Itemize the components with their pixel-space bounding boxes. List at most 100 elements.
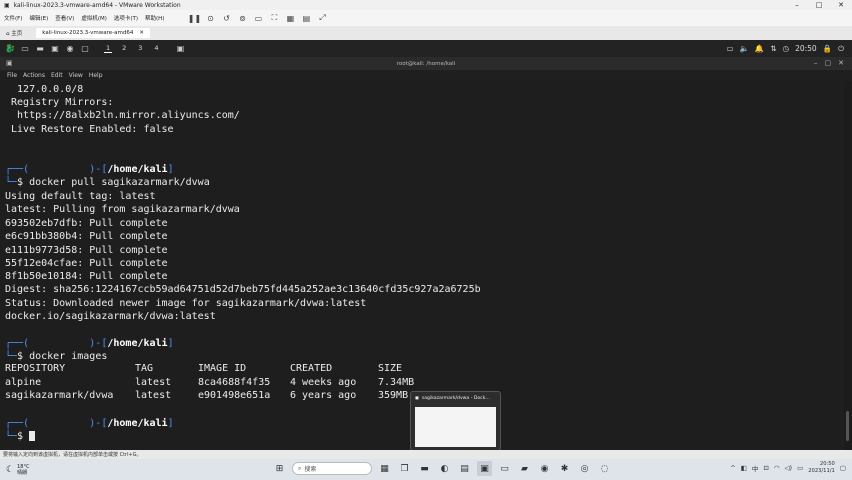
thumbnail-image[interactable]: [415, 407, 496, 447]
show-desktop-icon[interactable]: ▭: [19, 44, 31, 54]
menu-tabs[interactable]: 选项卡(T): [114, 14, 138, 22]
table-cell: 359MB: [378, 390, 409, 401]
browser-icon[interactable]: ◉: [64, 44, 76, 54]
ime-icon[interactable]: ⊡: [763, 464, 768, 472]
misc-app-icon[interactable]: ◌: [597, 461, 612, 476]
workspace-2[interactable]: 2: [120, 44, 128, 53]
sound-icon[interactable]: 🔈: [740, 44, 749, 53]
command-line: └─$ docker pull sagikazarmark/dvwa: [5, 177, 210, 188]
terminal-maximize-icon[interactable]: ▢: [825, 59, 832, 67]
scrollbar-thumb[interactable]: [846, 411, 849, 441]
console-view-icon[interactable]: ▭: [253, 13, 263, 23]
edge-icon[interactable]: ◐: [437, 461, 452, 476]
display-icon[interactable]: ▭: [726, 44, 733, 53]
app-icon[interactable]: ✱: [557, 461, 572, 476]
clock-icon: ◷: [782, 44, 790, 53]
thumbnail-header: ◼ sagikazarmark/dvwa - Dock...: [411, 392, 500, 405]
fullscreen-icon[interactable]: ⛶: [269, 13, 279, 23]
terminal-menu-file[interactable]: File: [7, 72, 17, 79]
notification-icon[interactable]: ▢: [840, 464, 846, 472]
docker-icon: ◼: [415, 396, 419, 401]
kali-menu-icon[interactable]: 🐉: [4, 44, 16, 54]
manage-snapshots-icon[interactable]: ⊚: [237, 13, 247, 23]
chrome-icon[interactable]: ◎: [577, 461, 592, 476]
pause-icon[interactable]: ❚❚: [188, 13, 201, 23]
command-line[interactable]: └─$: [5, 430, 36, 443]
widgets-icon[interactable]: ▦: [377, 461, 392, 476]
stretch-icon[interactable]: ⤢: [317, 13, 327, 23]
terminal-menu-actions[interactable]: Actions: [23, 72, 45, 79]
tab-close-icon[interactable]: ✕: [139, 30, 144, 36]
terminal-menu-edit[interactable]: Edit: [51, 72, 63, 79]
taskbar-time: 20:50: [819, 461, 835, 467]
workspace-1[interactable]: 1: [104, 44, 113, 53]
command-text: docker pull sagikazarmark/dvwa: [29, 177, 210, 188]
menu-file[interactable]: 文件(F): [4, 14, 22, 22]
menu-vm[interactable]: 虚拟机(M): [81, 14, 107, 22]
folder-icon[interactable]: ▰: [517, 461, 532, 476]
browser-taskbar-icon[interactable]: ◉: [537, 461, 552, 476]
store-icon[interactable]: ▤: [457, 461, 472, 476]
file-explorer-icon[interactable]: ▬: [417, 461, 432, 476]
active-window-icon[interactable]: ▣: [175, 44, 187, 54]
unity-icon[interactable]: ▦: [285, 13, 295, 23]
maximize-icon[interactable]: □: [808, 1, 830, 9]
menu-view[interactable]: 查看(V): [55, 14, 74, 22]
hint-text: 要将输入定向到该虚拟机，请在虚拟机内部单击或按 Ctrl+G。: [3, 452, 142, 458]
taskbar-thumbnail-preview[interactable]: ◼ sagikazarmark/dvwa - Dock...: [410, 391, 501, 451]
revert-icon[interactable]: ↺: [221, 13, 231, 23]
panel-time[interactable]: 20:50: [795, 44, 817, 53]
vmware-tabs: ⌂ 主页 kali-linux-2023.3-vmware-amd64 ✕: [0, 26, 852, 40]
workspace-4[interactable]: 4: [152, 44, 160, 53]
terminal-close-icon[interactable]: ✕: [838, 59, 844, 67]
power-icon[interactable]: ⏻: [838, 44, 844, 54]
terminal-scrollbar[interactable]: [844, 81, 852, 450]
table-cell: alpine: [5, 377, 42, 388]
vmware-toolbar: ❚❚ ⊙ ↺ ⊚ ▭ ⛶ ▦ ▤ ⤢: [188, 13, 327, 23]
terminal-icon[interactable]: ▤: [301, 13, 311, 23]
terminal-line: 127.0.0.0/8: [5, 84, 84, 95]
terminal-menu-view[interactable]: View: [69, 72, 83, 79]
file-manager-icon[interactable]: ▬: [34, 44, 46, 54]
taskbar-search[interactable]: ⌕ 搜索: [292, 462, 372, 475]
workspace-3[interactable]: 3: [136, 44, 144, 53]
tab-vm[interactable]: kali-linux-2023.3-vmware-amd64 ✕: [36, 28, 150, 38]
table-header: TAG: [135, 363, 154, 374]
terminal-title: root@kali: /home/kali: [396, 60, 456, 67]
weather-widget[interactable]: ☾ 18°C 晴朗: [0, 464, 29, 476]
terminal-line: https://8alxb2ln.mirror.aliyuncs.com/: [5, 110, 240, 121]
tray-app-icon[interactable]: ◧: [741, 464, 747, 472]
menu-edit[interactable]: 编辑(E): [29, 14, 48, 22]
table-header: CREATED: [290, 363, 333, 374]
network-icon[interactable]: ⇅: [770, 44, 776, 53]
wifi-icon[interactable]: ◠: [774, 464, 780, 472]
taskbar-clock[interactable]: 20:50 2023/11/1: [808, 461, 835, 475]
panel-terminal-icon[interactable]: ▢: [79, 44, 91, 54]
close-icon[interactable]: ✕: [830, 1, 852, 9]
table-cell: sagikazarmark/dvwa: [5, 390, 114, 401]
bell-icon[interactable]: 🔔: [755, 44, 764, 53]
terminal-line: Live Restore Enabled: false: [5, 124, 174, 135]
terminal-minimize-icon[interactable]: –: [814, 59, 818, 67]
tab-home[interactable]: ⌂ 主页: [0, 29, 28, 37]
terminal-app-icon[interactable]: ▣: [49, 44, 61, 54]
table-cell: 7.34MB: [378, 377, 415, 388]
prompt-path: /home/kali: [107, 164, 168, 175]
terminal-line: 693502eb7dfb: Pull complete: [5, 218, 168, 229]
start-icon[interactable]: ⊞: [272, 461, 287, 476]
battery-icon[interactable]: ▭: [797, 464, 803, 472]
vmware-taskbar-icon[interactable]: ▣: [477, 461, 492, 476]
menu-help[interactable]: 帮助(H): [145, 14, 164, 22]
volume-icon[interactable]: ◁): [785, 464, 793, 472]
terminal-menu-help[interactable]: Help: [89, 72, 103, 79]
terminal-taskbar-icon[interactable]: ▭: [497, 461, 512, 476]
task-view-icon[interactable]: ❐: [397, 461, 412, 476]
chevron-up-icon[interactable]: ^: [730, 464, 735, 472]
terminal-line: docker.io/sagikazarmark/dvwa:latest: [5, 311, 216, 322]
terminal-app-icon: ▣: [6, 59, 13, 67]
snapshot-icon[interactable]: ⊙: [205, 13, 215, 23]
minimize-icon[interactable]: –: [786, 1, 808, 9]
taskbar-date: 2023/11/1: [808, 468, 835, 474]
lock-icon[interactable]: 🔒: [823, 44, 832, 53]
input-lang[interactable]: 中: [752, 463, 759, 473]
